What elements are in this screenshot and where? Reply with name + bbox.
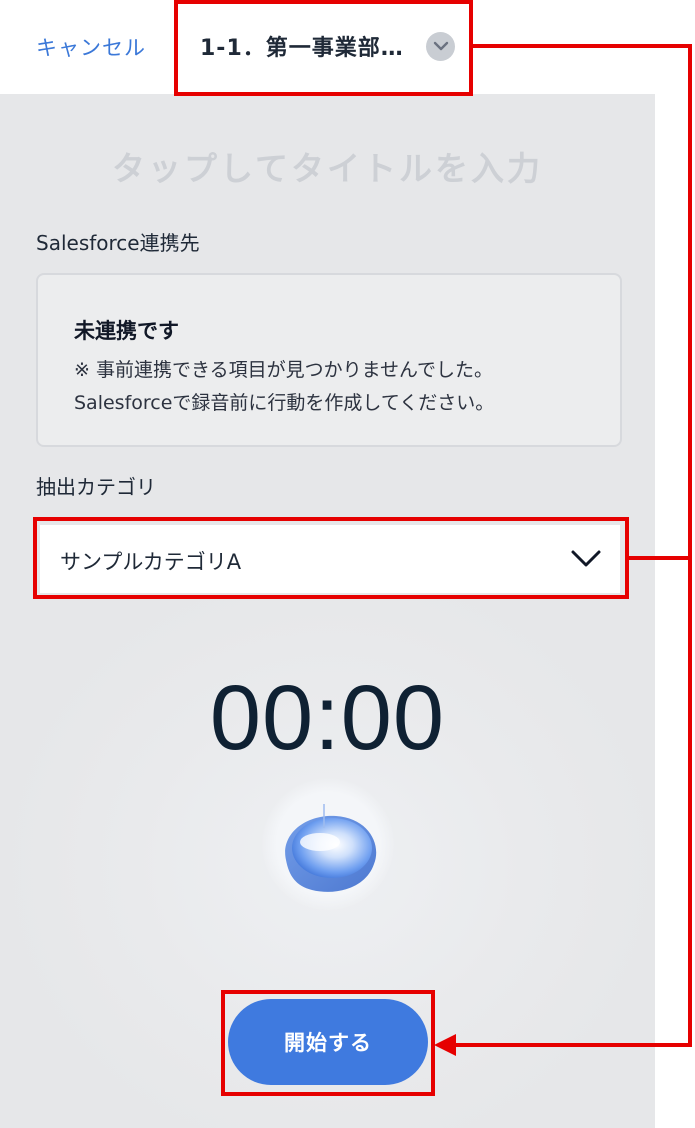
- salesforce-note-line2: Salesforceで録音前に行動を作成してください。: [74, 392, 495, 414]
- salesforce-link-box: 未連携です ※ 事前連携できる項目が見つかりませんでした。 Salesforce…: [36, 273, 622, 447]
- recording-setup-screen: キャンセル 1-1．第一事業部… タップしてタイトルを入力 Salesforce…: [0, 0, 695, 1128]
- header-bar: キャンセル 1-1．第一事業部…: [0, 0, 655, 94]
- category-selected-value: サンプルカテゴリA: [60, 550, 242, 574]
- chevron-down-icon[interactable]: [426, 32, 455, 61]
- audio-orb-icon: [285, 804, 377, 892]
- elapsed-timer: 00:00: [209, 667, 446, 769]
- salesforce-status: 未連携です: [74, 319, 179, 343]
- chevron-down-icon: [570, 549, 602, 573]
- title-input[interactable]: タップしてタイトルを入力: [0, 142, 655, 190]
- start-button[interactable]: 開始する: [228, 999, 428, 1085]
- cancel-button[interactable]: キャンセル: [36, 32, 146, 62]
- salesforce-section-label: Salesforce連携先: [36, 231, 200, 255]
- org-selector-label[interactable]: 1-1．第一事業部…: [200, 30, 404, 62]
- salesforce-note-line1: ※ 事前連携できる項目が見つかりませんでした。: [74, 359, 494, 381]
- category-label: 抽出カテゴリ: [36, 475, 156, 499]
- main-content: タップしてタイトルを入力 Salesforce連携先 未連携です ※ 事前連携で…: [0, 94, 655, 1128]
- annotation-line: [688, 44, 692, 1047]
- category-select[interactable]: サンプルカテゴリA: [40, 525, 620, 593]
- arrowhead-icon: [434, 1034, 456, 1056]
